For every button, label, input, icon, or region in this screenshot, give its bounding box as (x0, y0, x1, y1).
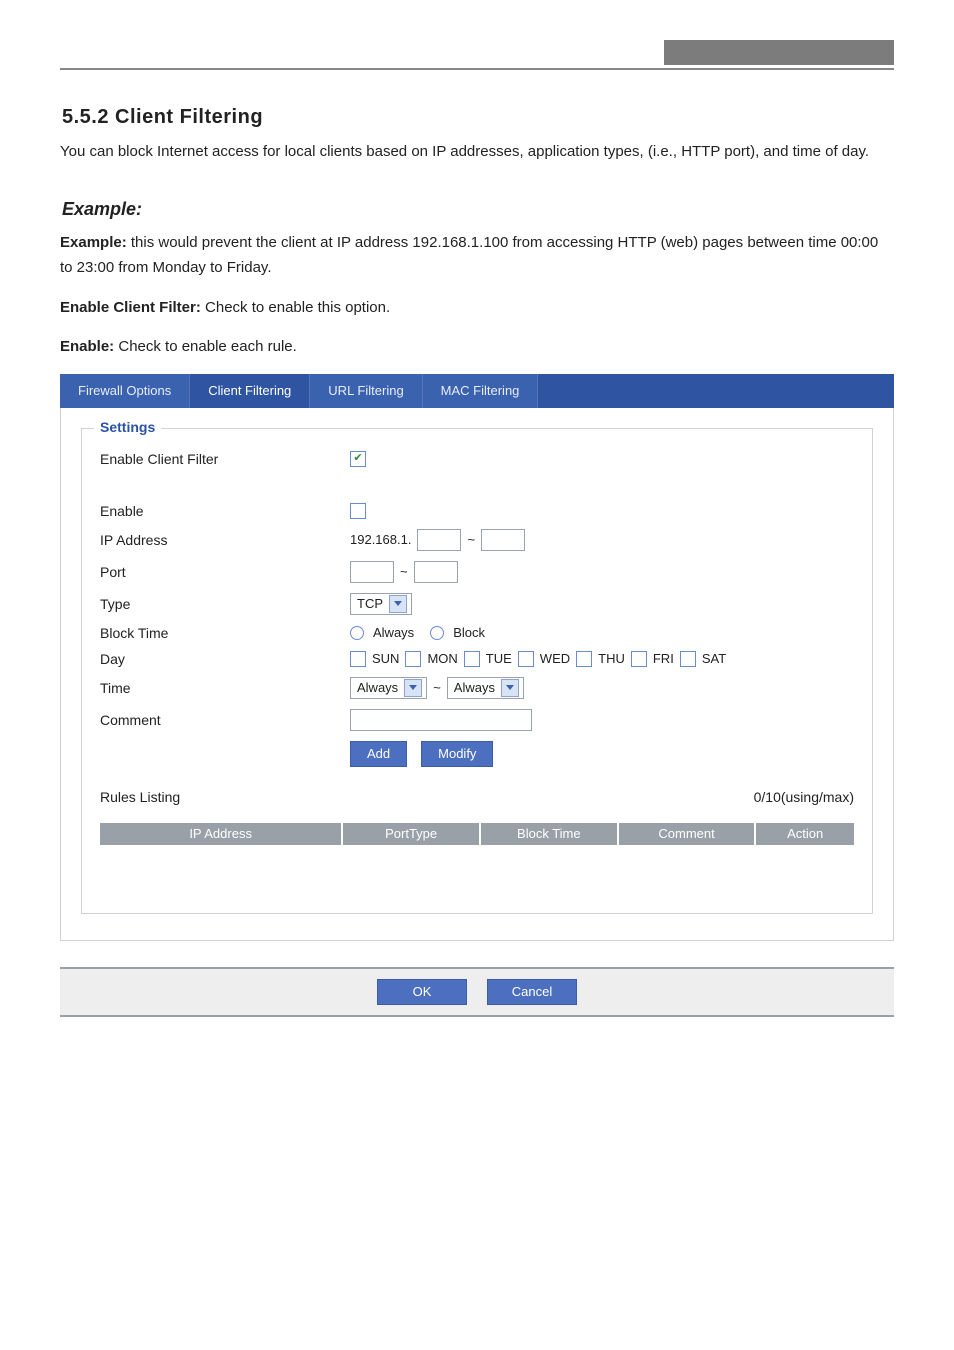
tab-url-filtering[interactable]: URL Filtering (310, 374, 422, 408)
rules-table-header: IP Address PortType Block Time Comment A… (100, 823, 854, 845)
ok-button[interactable]: OK (377, 979, 467, 1005)
radio-always-label: Always (373, 625, 414, 640)
chevron-down-icon (389, 595, 407, 613)
type-select-value: TCP (357, 596, 383, 611)
chevron-down-icon (404, 679, 422, 697)
time-to-value: Always (454, 680, 495, 695)
label-time: Time (100, 680, 350, 696)
day-thu: THU (598, 651, 625, 666)
cancel-button[interactable]: Cancel (487, 979, 577, 1005)
port-to-input[interactable] (414, 561, 458, 583)
radio-always[interactable] (350, 626, 364, 640)
enable-client-filter-label: Enable Client Filter: (60, 299, 201, 316)
ip-prefix: 192.168.1. (350, 532, 411, 547)
settings-fieldset: Settings Enable Client Filter Enable IP … (81, 428, 873, 914)
example-heading: Example: (62, 199, 894, 220)
enable-client-filter-paragraph: Enable Client Filter: Check to enable th… (60, 295, 894, 321)
label-port: Port (100, 564, 350, 580)
modify-button[interactable]: Modify (421, 741, 493, 767)
tab-client-filtering[interactable]: Client Filtering (190, 374, 310, 408)
add-button[interactable]: Add (350, 741, 407, 767)
enable-client-filter-text: Check to enable this option. (201, 299, 390, 316)
day-mon: MON (427, 651, 457, 666)
ip-from-input[interactable] (417, 529, 461, 551)
rules-listing-label: Rules Listing (100, 789, 180, 805)
settings-panel: Settings Enable Client Filter Enable IP … (60, 408, 894, 941)
col-block-time: Block Time (481, 823, 619, 845)
time-from-value: Always (357, 680, 398, 695)
header-rule (60, 40, 894, 70)
checkbox-day-fri[interactable] (631, 651, 647, 667)
col-ip-address: IP Address (100, 823, 343, 845)
col-comment: Comment (619, 823, 757, 845)
chevron-down-icon (501, 679, 519, 697)
settings-legend: Settings (94, 419, 161, 435)
action-bar: OK Cancel (60, 967, 894, 1017)
rules-table-empty-body (100, 845, 854, 891)
checkbox-day-sun[interactable] (350, 651, 366, 667)
checkbox-enable-client-filter[interactable] (350, 451, 366, 467)
checkbox-day-mon[interactable] (405, 651, 421, 667)
col-porttype: PortType (343, 823, 481, 845)
enable-label: Enable: (60, 338, 114, 355)
tab-firewall-options[interactable]: Firewall Options (60, 374, 190, 408)
enable-paragraph: Enable: Check to enable each rule. (60, 334, 894, 360)
day-sun: SUN (372, 651, 399, 666)
type-select[interactable]: TCP (350, 593, 412, 615)
tab-bar: Firewall Options Client Filtering URL Fi… (60, 374, 894, 408)
col-action: Action (756, 823, 854, 845)
checkbox-day-sat[interactable] (680, 651, 696, 667)
section-heading: 5.5.2 Client Filtering (62, 106, 894, 129)
label-type: Type (100, 596, 350, 612)
ip-tilde: ~ (467, 532, 475, 547)
ip-to-input[interactable] (481, 529, 525, 551)
enable-text: Check to enable each rule. (114, 338, 297, 355)
screenshot-figure: Firewall Options Client Filtering URL Fi… (60, 374, 894, 1017)
checkbox-day-wed[interactable] (518, 651, 534, 667)
port-from-input[interactable] (350, 561, 394, 583)
day-sat: SAT (702, 651, 726, 666)
day-fri: FRI (653, 651, 674, 666)
rules-count: 0/10(using/max) (754, 789, 854, 805)
label-day: Day (100, 651, 350, 667)
time-tilde: ~ (433, 680, 441, 695)
time-to-select[interactable]: Always (447, 677, 524, 699)
label-block-time: Block Time (100, 625, 350, 641)
checkbox-enable[interactable] (350, 503, 366, 519)
header-dark-block (664, 40, 894, 65)
label-ip-address: IP Address (100, 532, 350, 548)
day-wed: WED (540, 651, 570, 666)
label-enable-client-filter: Enable Client Filter (100, 451, 350, 467)
port-tilde: ~ (400, 564, 408, 579)
time-from-select[interactable]: Always (350, 677, 427, 699)
day-tue: TUE (486, 651, 512, 666)
example-text: this would prevent the client at IP addr… (60, 234, 878, 277)
tab-mac-filtering[interactable]: MAC Filtering (423, 374, 539, 408)
radio-block[interactable] (430, 626, 444, 640)
example-paragraph: Example: this would prevent the client a… (60, 230, 894, 281)
example-lead: Example: (60, 234, 127, 251)
comment-input[interactable] (350, 709, 532, 731)
checkbox-day-thu[interactable] (576, 651, 592, 667)
label-comment: Comment (100, 712, 350, 728)
radio-block-label: Block (453, 625, 485, 640)
intro-paragraph: You can block Internet access for local … (60, 139, 894, 165)
checkbox-day-tue[interactable] (464, 651, 480, 667)
label-enable: Enable (100, 503, 350, 519)
